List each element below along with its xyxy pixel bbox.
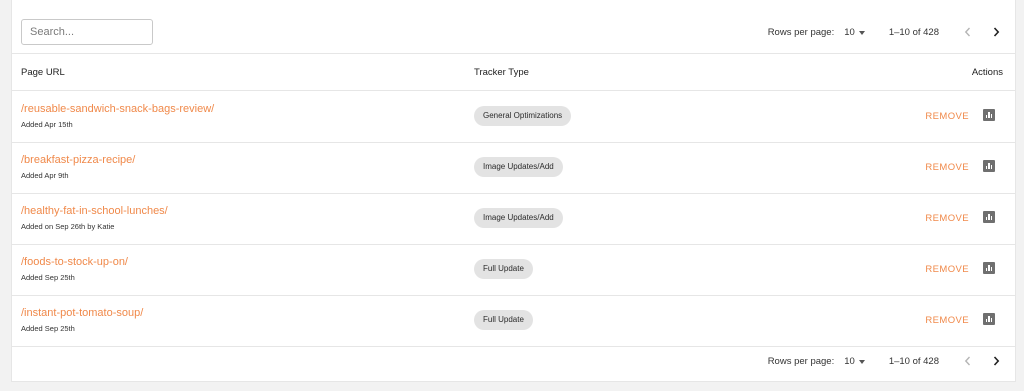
rows-per-page-value: 10 bbox=[844, 355, 855, 367]
added-date: Added Apr 9th bbox=[21, 171, 69, 180]
rows-per-page-select[interactable]: 10 bbox=[844, 27, 865, 38]
bar-chart-icon[interactable] bbox=[983, 313, 995, 325]
chevron-left-icon bbox=[964, 27, 970, 37]
prev-page-button[interactable] bbox=[959, 24, 975, 40]
added-date: Added Apr 15th bbox=[21, 120, 73, 129]
next-page-button[interactable] bbox=[988, 24, 1004, 40]
table-row: /reusable-sandwich-snack-bags-review/ Ad… bbox=[12, 92, 1015, 143]
bar-chart-icon[interactable] bbox=[983, 262, 995, 274]
pagination-top: Rows per page: 10 1–10 of 428 bbox=[768, 20, 1015, 44]
table-row: /foods-to-stock-up-on/ Added Sep 25th Fu… bbox=[12, 245, 1015, 296]
page-url-link[interactable]: /reusable-sandwich-snack-bags-review/ bbox=[21, 103, 214, 115]
caret-down-icon bbox=[858, 359, 865, 364]
rows-per-page-label: Rows per page: bbox=[767, 26, 835, 38]
table-row: /healthy-fat-in-school-lunches/ Added on… bbox=[12, 194, 1015, 245]
table-header: Page URL Tracker Type Actions bbox=[12, 55, 1015, 91]
page-url-link[interactable]: /breakfast-pizza-recipe/ bbox=[21, 154, 135, 166]
table-row: /instant-pot-tomato-soup/ Added Sep 25th… bbox=[12, 296, 1015, 347]
added-date: Added on Sep 26th by Katie bbox=[21, 222, 115, 231]
chevron-right-icon bbox=[993, 27, 999, 37]
tracker-type-chip: Image Updates/Add bbox=[474, 208, 563, 228]
added-date: Added Sep 25th bbox=[21, 324, 75, 333]
prev-page-button[interactable] bbox=[959, 353, 975, 369]
table-body: /reusable-sandwich-snack-bags-review/ Ad… bbox=[12, 92, 1015, 347]
rows-per-page-label: Rows per page: bbox=[767, 355, 835, 367]
rows-per-page-value: 10 bbox=[844, 26, 855, 38]
page-url-link[interactable]: /foods-to-stock-up-on/ bbox=[21, 256, 128, 268]
tracker-type-chip: Full Update bbox=[474, 310, 533, 330]
tracker-type-chip: General Optimizations bbox=[474, 106, 572, 126]
remove-button[interactable]: REMOVE bbox=[925, 162, 969, 173]
table-row: /breakfast-pizza-recipe/ Added Apr 9th I… bbox=[12, 143, 1015, 194]
bar-chart-icon[interactable] bbox=[983, 109, 995, 121]
added-date: Added Sep 25th bbox=[21, 273, 75, 282]
tracker-type-chip: Full Update bbox=[474, 259, 533, 279]
remove-button[interactable]: REMOVE bbox=[925, 315, 969, 326]
column-header-page-url: Page URL bbox=[21, 67, 65, 78]
chevron-left-icon bbox=[964, 356, 970, 366]
tracker-table-card: Rows per page: 10 1–10 of 428 Page URL T… bbox=[11, 0, 1016, 382]
caret-down-icon bbox=[858, 30, 865, 35]
bar-chart-icon[interactable] bbox=[983, 211, 995, 223]
chevron-right-icon bbox=[993, 356, 999, 366]
pagination-bottom: Rows per page: 10 1–10 of 428 bbox=[768, 349, 1015, 373]
column-header-actions: Actions bbox=[971, 67, 1003, 78]
remove-button[interactable]: REMOVE bbox=[925, 213, 969, 224]
rows-per-page-select[interactable]: 10 bbox=[844, 356, 865, 367]
remove-button[interactable]: REMOVE bbox=[925, 111, 969, 122]
bar-chart-icon[interactable] bbox=[983, 160, 995, 172]
page-url-link[interactable]: /instant-pot-tomato-soup/ bbox=[21, 307, 143, 319]
page-url-link[interactable]: /healthy-fat-in-school-lunches/ bbox=[21, 205, 168, 217]
remove-button[interactable]: REMOVE bbox=[925, 264, 969, 275]
pagination-range: 1–10 of 428 bbox=[888, 355, 939, 367]
column-header-tracker-type: Tracker Type bbox=[474, 67, 529, 78]
tracker-type-chip: Image Updates/Add bbox=[474, 157, 563, 177]
pagination-range: 1–10 of 428 bbox=[888, 26, 939, 38]
search-input[interactable] bbox=[21, 19, 153, 45]
table-toolbar: Rows per page: 10 1–10 of 428 bbox=[12, 0, 1015, 54]
next-page-button[interactable] bbox=[988, 353, 1004, 369]
